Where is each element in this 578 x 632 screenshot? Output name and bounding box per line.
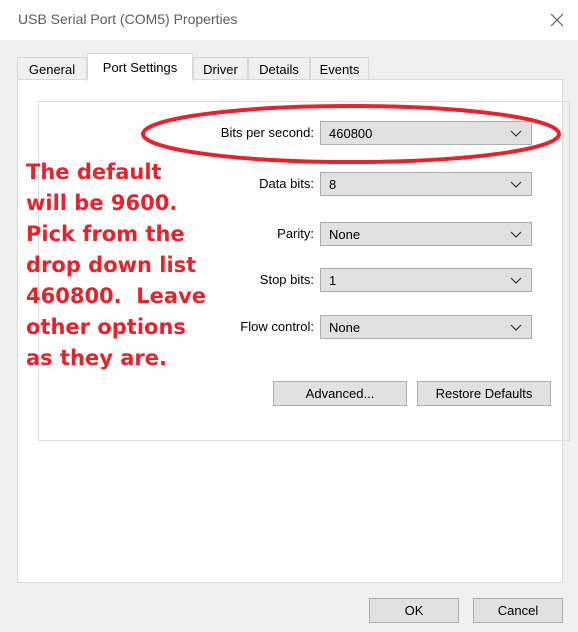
tab-port-settings[interactable]: Port Settings [87,53,193,81]
data-bits-value: 8 [329,176,337,192]
flow-control-select[interactable]: None [320,315,532,339]
annotation-line: Pick from the [26,222,185,246]
stop-bits-value: 1 [329,272,337,288]
stop-bits-select[interactable]: 1 [320,268,532,292]
annotation-line: as they are. [26,346,167,370]
annotation-line: will be 9600. [26,191,178,215]
close-icon [550,13,564,27]
ok-button[interactable]: OK [369,598,459,623]
data-bits-select[interactable]: 8 [320,172,532,196]
tab-driver[interactable]: Driver [193,57,248,80]
parity-value: None [329,226,361,242]
close-button[interactable] [542,6,572,34]
annotation-line: 460800. Leave [26,284,206,308]
title-bar: USB Serial Port (COM5) Properties [0,0,578,40]
tab-events[interactable]: Events [310,57,369,80]
parity-select[interactable]: None [320,222,532,246]
chevron-down-icon [510,231,522,238]
cancel-button[interactable]: Cancel [473,598,563,623]
flow-control-value: None [329,319,361,335]
chevron-down-icon [510,181,522,188]
annotation-line: other options [26,315,186,339]
tab-details[interactable]: Details [248,57,310,80]
annotation-line: The default [26,160,162,184]
chevron-down-icon [510,324,522,331]
restore-defaults-button[interactable]: Restore Defaults [417,381,551,406]
annotation-line: drop down list [26,253,197,277]
advanced-button[interactable]: Advanced... [273,381,407,406]
chevron-down-icon [510,277,522,284]
highlight-ellipse [141,104,561,164]
tab-general[interactable]: General [17,57,87,80]
window-title: USB Serial Port (COM5) Properties [18,11,238,27]
instruction-annotation: The default will be 9600. Pick from the … [26,157,256,374]
